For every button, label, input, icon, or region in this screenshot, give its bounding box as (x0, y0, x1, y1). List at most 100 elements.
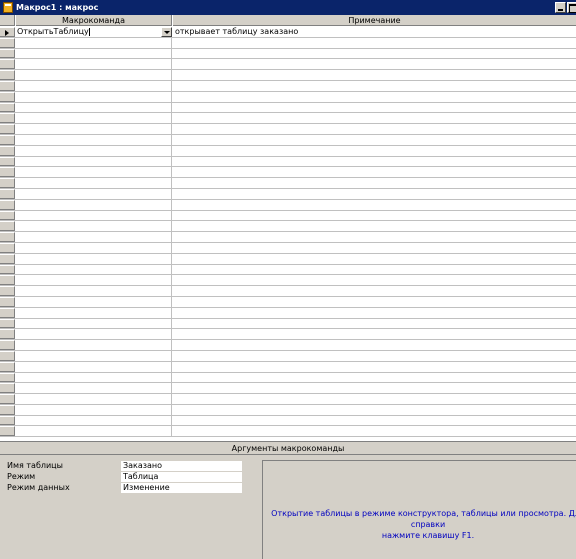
action-cell[interactable] (15, 91, 172, 102)
table-row[interactable] (0, 307, 576, 319)
table-row[interactable] (0, 426, 576, 438)
action-cell[interactable] (15, 264, 172, 275)
row-selector[interactable] (0, 145, 15, 156)
action-cell[interactable] (15, 253, 172, 264)
row-selector[interactable] (0, 59, 15, 70)
note-cell[interactable] (173, 426, 576, 436)
table-row[interactable] (0, 91, 576, 103)
note-cell[interactable] (173, 232, 576, 242)
row-selector[interactable] (0, 27, 15, 37)
action-cell[interactable] (15, 221, 172, 232)
action-cell[interactable] (15, 188, 172, 199)
table-row[interactable] (0, 394, 576, 405)
row-selector[interactable] (0, 275, 15, 286)
row-selector[interactable] (0, 307, 15, 318)
row-selector[interactable] (0, 404, 15, 415)
note-cell[interactable] (173, 383, 576, 393)
window-titlebar[interactable]: Макрос1 : макрос (0, 0, 576, 15)
action-cell[interactable] (15, 59, 172, 70)
table-row[interactable] (0, 415, 576, 427)
note-cell[interactable] (173, 157, 576, 167)
action-cell[interactable] (15, 383, 172, 394)
action-cell[interactable] (15, 394, 172, 404)
row-selector[interactable] (0, 199, 15, 210)
action-cell[interactable] (15, 242, 172, 253)
row-selector[interactable] (0, 156, 15, 167)
action-cell[interactable] (15, 134, 172, 145)
action-cell[interactable] (15, 372, 172, 383)
action-cell[interactable] (15, 232, 172, 242)
table-row[interactable] (0, 253, 576, 265)
table-row[interactable] (0, 264, 576, 276)
table-row[interactable] (0, 156, 576, 168)
action-cell[interactable] (15, 329, 172, 340)
note-cell[interactable] (173, 373, 576, 383)
row-selector[interactable] (0, 48, 15, 59)
table-row[interactable] (0, 145, 576, 157)
row-selector[interactable] (0, 80, 15, 91)
row-selector[interactable] (0, 232, 15, 242)
table-row[interactable] (0, 134, 576, 146)
note-cell[interactable] (173, 265, 576, 275)
table-row[interactable] (0, 361, 576, 373)
row-selector[interactable] (0, 264, 15, 275)
table-row[interactable] (0, 80, 576, 92)
note-cell[interactable] (173, 124, 576, 134)
maximize-button[interactable] (567, 2, 576, 13)
table-row[interactable] (0, 70, 576, 81)
note-cell[interactable] (173, 254, 576, 264)
row-selector[interactable] (0, 415, 15, 426)
table-row[interactable] (0, 178, 576, 189)
note-cell[interactable] (173, 189, 576, 199)
row-selector[interactable] (0, 296, 15, 307)
action-cell[interactable] (15, 167, 172, 178)
action-cell[interactable] (15, 350, 172, 361)
row-selector[interactable] (0, 221, 15, 232)
note-cell[interactable] (173, 405, 576, 415)
action-cell[interactable] (15, 275, 172, 286)
table-row[interactable] (0, 329, 576, 341)
row-selector[interactable] (0, 167, 15, 178)
note-cell[interactable] (173, 59, 576, 69)
action-cell[interactable] (15, 113, 172, 124)
note-cell[interactable] (173, 103, 576, 113)
row-selector[interactable] (0, 350, 15, 361)
row-selector[interactable] (0, 91, 15, 102)
row-selector[interactable] (0, 134, 15, 145)
row-selector[interactable] (0, 426, 15, 437)
action-cell[interactable] (15, 199, 172, 210)
table-row[interactable] (0, 210, 576, 222)
row-selector[interactable] (0, 178, 15, 188)
note-cell[interactable] (173, 200, 576, 210)
table-row[interactable] (0, 242, 576, 254)
column-header-note[interactable]: Примечание (172, 15, 576, 26)
table-row[interactable] (0, 404, 576, 416)
row-selector[interactable] (0, 318, 15, 329)
table-row[interactable] (0, 167, 576, 179)
macro-window-icon[interactable] (3, 2, 13, 13)
action-cell[interactable] (15, 37, 172, 48)
table-row[interactable] (0, 102, 576, 114)
note-cell[interactable] (173, 319, 576, 329)
note-cell[interactable] (173, 81, 576, 91)
table-row[interactable] (0, 318, 576, 330)
note-cell[interactable] (173, 308, 576, 318)
note-cell[interactable] (173, 135, 576, 145)
table-row[interactable] (0, 232, 576, 243)
action-cell[interactable] (15, 426, 172, 437)
action-cell[interactable] (15, 286, 172, 296)
arg-field-data-mode[interactable]: Изменение (121, 483, 242, 493)
table-row[interactable] (0, 221, 576, 233)
action-cell[interactable] (15, 124, 172, 134)
action-cell[interactable]: ОткрытьТаблицу (15, 27, 172, 37)
note-cell[interactable] (173, 70, 576, 80)
note-cell[interactable] (173, 394, 576, 404)
row-selector[interactable] (0, 329, 15, 340)
action-dropdown-button[interactable] (161, 27, 172, 37)
note-cell[interactable] (173, 167, 576, 177)
table-row[interactable] (0, 113, 576, 125)
action-cell[interactable] (15, 210, 172, 221)
note-cell[interactable] (173, 329, 576, 339)
column-header-action[interactable]: Макрокоманда (15, 15, 172, 26)
note-cell[interactable] (173, 275, 576, 285)
